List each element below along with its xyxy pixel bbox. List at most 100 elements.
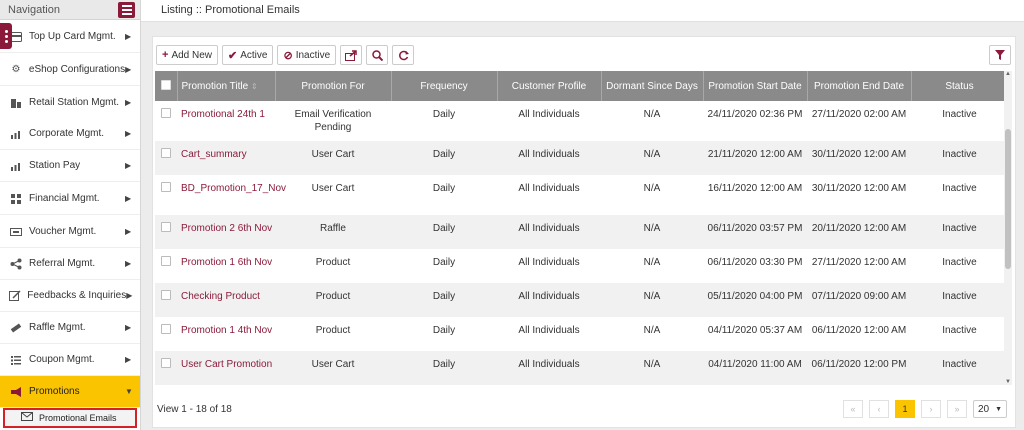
sidebar: Navigation Top Up Card Mgmt. ▶ ⚙ eShop C… [0,0,141,430]
last-page-button[interactable]: » [947,400,967,418]
row-checkbox[interactable] [161,148,171,158]
row-checkbox[interactable] [161,358,171,368]
promotion-title-link[interactable]: Cart_summary [177,141,275,175]
grid-icon [9,192,23,206]
sidebar-item-label: Financial Mgmt. [29,193,100,204]
cell-promotion-for: Product [275,317,391,351]
promotion-title-link[interactable]: Promotion 1 6th Nov [177,249,275,283]
page-title: Listing :: Promotional Emails [161,4,300,16]
active-button[interactable]: ✔ Active [222,45,274,65]
vertical-scrollbar[interactable]: ▲ ▼ [1004,71,1012,385]
sidebar-item-financial[interactable]: Financial Mgmt. ▶ [0,183,140,215]
sort-icon: ⇕ [250,81,258,91]
column-header[interactable]: Promotion Start Date [703,71,808,101]
export-button[interactable] [340,45,363,65]
promotion-title-link[interactable]: Promotion 1 4th Nov [177,317,275,351]
scrollbar-thumb[interactable] [1005,129,1011,269]
search-button[interactable] [366,45,389,65]
filter-button[interactable] [989,45,1011,65]
sidebar-item-corporate[interactable]: Corporate Mgmt. ▶ [0,118,140,150]
pagination: « ‹ 1 › » 20 ▼ [843,400,1007,418]
chevron-down-icon: ▼ [125,387,133,396]
grid-footer: View 1 - 18 of 18 « ‹ 1 › » 20 ▼ [153,391,1015,427]
export-icon [345,49,357,61]
envelope-icon [21,412,33,424]
promotions-table: Promotion Title ⇕ Promotion For Frequenc… [155,71,1009,385]
row-checkbox[interactable] [161,222,171,232]
select-all-checkbox[interactable] [160,79,171,90]
filter-icon [995,50,1005,60]
refresh-button[interactable] [392,45,415,65]
current-page[interactable]: 1 [895,400,915,418]
promotion-title-link[interactable]: Promotion 2 6th Nov [177,215,275,249]
building-icon [9,96,23,110]
row-checkbox[interactable] [161,324,171,334]
chart-icon [9,159,23,173]
cell-promotion-for: Product [275,283,391,317]
cell-start-date: 24/11/2020 02:36 PM [703,101,807,141]
add-new-button[interactable]: + Add New [156,45,219,65]
cell-dormant-days: N/A [601,141,703,175]
inactive-button[interactable]: ⊘ Inactive [277,45,337,65]
chevron-right-icon: ▶ [125,32,132,41]
sidebar-item-station-pay[interactable]: Station Pay ▶ [0,150,140,182]
hamburger-menu-icon[interactable] [118,1,135,18]
scroll-down-icon[interactable]: ▼ [1004,379,1012,385]
chevron-right-icon: ▶ [125,161,132,170]
column-header[interactable]: Frequency [391,71,498,101]
sidebar-item-coupon[interactable]: Coupon Mgmt. ▶ [0,344,140,376]
cell-status: Inactive [911,175,1008,215]
column-header[interactable]: Dormant Since Days [601,71,704,101]
row-checkbox[interactable] [161,108,171,118]
row-checkbox[interactable] [161,182,171,192]
cell-end-date: 30/11/2020 12:00 AM [807,175,911,215]
sidebar-item-label: Promotions [29,386,80,397]
cell-start-date: 21/11/2020 12:00 AM [703,141,807,175]
promotion-title-link[interactable]: Checking Product [177,283,275,317]
prev-page-button[interactable]: ‹ [869,400,889,418]
edit-icon [9,289,21,303]
toolbar: + Add New ✔ Active ⊘ Inactive [156,45,415,65]
sidebar-item-retail-station[interactable]: Retail Station Mgmt. ▶ [0,87,140,119]
submenu-item-promotional-emails[interactable]: Promotional Emails [3,408,137,428]
cell-customer-profile: All Individuals [497,317,601,351]
cell-customer-profile: All Individuals [497,101,601,141]
row-checkbox[interactable] [161,256,171,266]
sidebar-item-feedbacks[interactable]: Feedbacks & Inquiries ▶ [0,280,140,312]
cell-start-date: 04/11/2020 05:37 AM [703,317,807,351]
sidebar-item-top-up-card[interactable]: Top Up Card Mgmt. ▶ [0,21,140,53]
sidebar-item-voucher[interactable]: Voucher Mgmt. ▶ [0,216,140,248]
sidebar-item-label: Voucher Mgmt. [29,226,97,237]
column-header[interactable]: Promotion Title ⇕ [177,71,276,101]
promotion-title-link[interactable]: BD_Promotion_17_Nov [177,175,286,215]
nav-title: Navigation [8,3,60,16]
table-header-row: Promotion Title ⇕ Promotion For Frequenc… [155,71,1009,101]
sidebar-item-eshop[interactable]: ⚙ eShop Configurations ▶ [0,54,140,86]
cell-customer-profile: All Individuals [497,249,601,283]
column-header[interactable]: Status [911,71,1009,101]
column-header[interactable]: Customer Profile [497,71,602,101]
row-checkbox[interactable] [161,290,171,300]
chevron-right-icon: ▶ [125,98,132,107]
first-page-button[interactable]: « [843,400,863,418]
promotion-title-link[interactable]: User Cart Promotion [177,351,275,385]
table-row: User Cart Promotion User Cart Daily All … [155,351,1008,385]
page-header: Listing :: Promotional Emails [141,0,1024,22]
column-header[interactable]: Promotion For [275,71,392,101]
sidebar-item-promotions[interactable]: Promotions ▼ [0,376,140,408]
cell-status: Inactive [911,101,1008,141]
next-page-button[interactable]: › [921,400,941,418]
more-options-icon[interactable] [0,23,12,49]
chevron-right-icon: ▶ [125,65,132,74]
cell-start-date: 04/11/2020 11:00 AM [703,351,807,385]
page-size-select[interactable]: 20 ▼ [973,400,1007,418]
sidebar-item-raffle[interactable]: Raffle Mgmt. ▶ [0,312,140,344]
cell-frequency: Daily [391,283,497,317]
promotion-title-link[interactable]: Promotional 24th 1 [177,101,275,141]
column-header[interactable]: Promotion End Date [807,71,912,101]
cell-promotion-for: Email Verification Pending [275,101,391,141]
scroll-up-icon[interactable]: ▲ [1004,71,1012,77]
sidebar-item-referral[interactable]: Referral Mgmt. ▶ [0,248,140,280]
check-icon: ✔ [228,49,238,62]
table-row: Cart_summary User Cart Daily All Individ… [155,141,1008,175]
